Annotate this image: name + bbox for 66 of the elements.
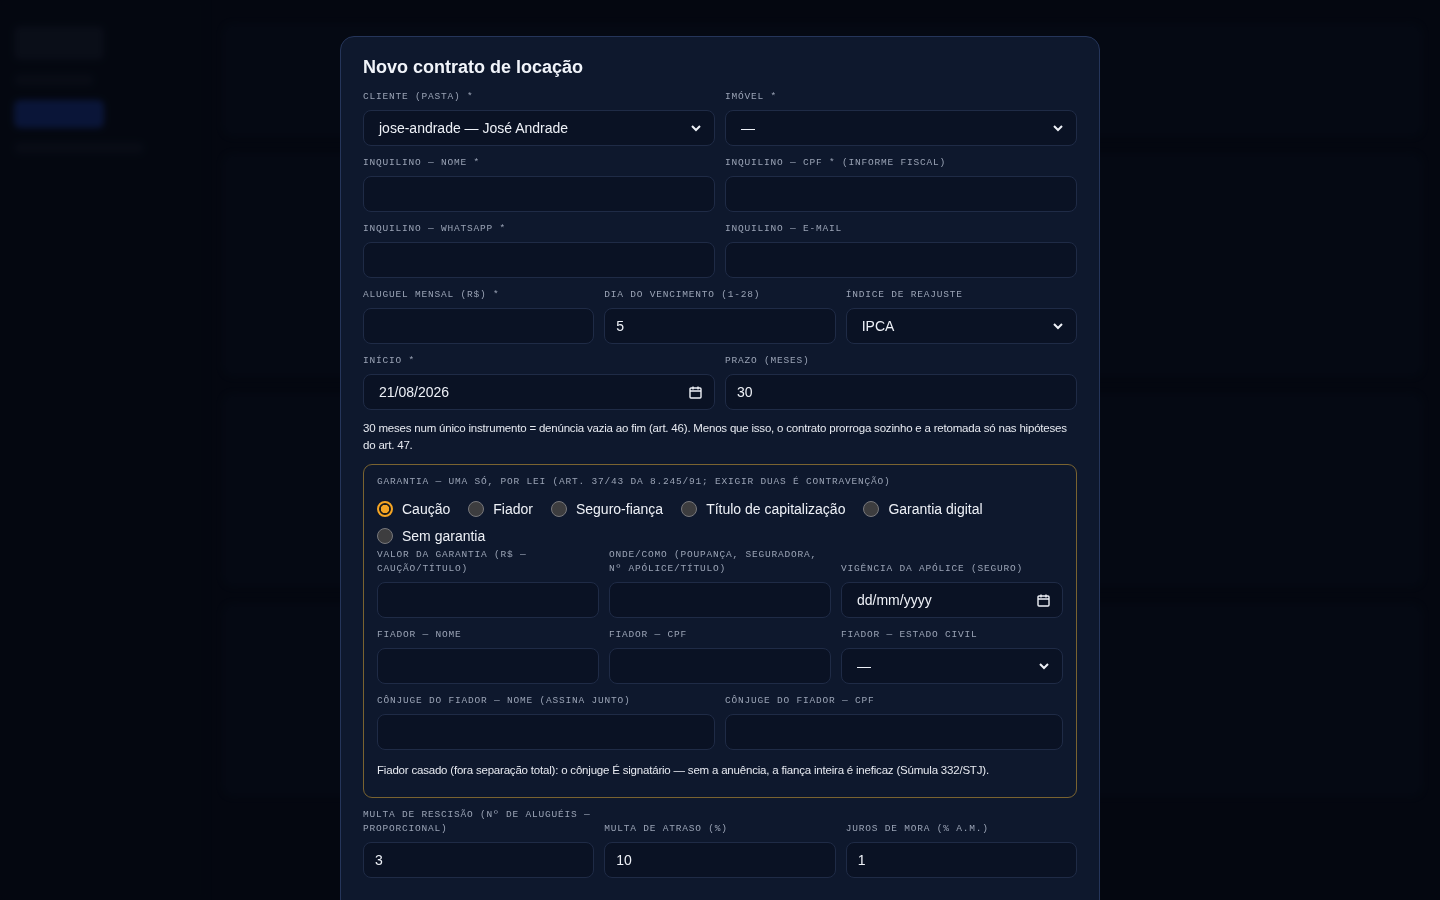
field-label: JUROS DE MORA (% A.M.) [845,822,990,836]
field-label: ÍNDICE DE REAJUSTE [845,288,964,302]
field-label: INQUILINO — NOME * [363,156,482,170]
chevron-down-icon [690,122,702,134]
chevron-down-icon [1038,660,1050,672]
input-field[interactable] [609,582,831,618]
select-field[interactable]: IPCA [845,308,1077,344]
select-field[interactable]: — [725,110,1077,146]
guarantee-option[interactable]: Título de capitalização [681,501,846,517]
field-label: INÍCIO * [363,354,416,368]
date-field[interactable]: dd/mm/yyyy [841,582,1063,618]
guarantee-label: GARANTIA — UMA SÓ, POR LEI (ART. 37/43 DA 8.245/91; EXIGIR DUAS É CONTRAVENÇÃO) [377,475,892,489]
radio-icon[interactable] [681,501,698,517]
field-label: IMÓVEL * [725,90,778,104]
field-label: FIADOR — NOME [377,628,463,642]
field-label: CÔNJUGE DO FIADOR — CPF [725,694,876,708]
input-field[interactable] [363,242,715,278]
select-field[interactable]: jose-andrade — José Andrade [363,110,715,146]
input-field[interactable] [363,176,715,212]
dialog-title: Novo contrato de locação [363,57,585,78]
guarantor-note: Fiador casado (fora separação total): o cônjuge É signatário — sem a anuência, a fiança inteira é ineficaz (Súmula 332/STJ). [377,763,990,778]
guarantee-option[interactable]: Caução [377,501,451,517]
input-field[interactable]: 30 [725,374,1077,410]
input-field[interactable] [377,714,715,750]
guarantee-option[interactable]: Fiador [468,501,533,517]
field-label: CÔNJUGE DO FIADOR — NOME (ASSINA JUNTO) [377,694,632,708]
calendar-icon [1037,593,1050,607]
field-label: VIGÊNCIA DA APÓLICE (SEGURO) [841,562,1025,576]
input-field[interactable] [377,648,599,684]
chevron-down-icon [1052,320,1064,332]
input-field[interactable]: 3 [363,842,595,878]
input-field[interactable] [725,714,1063,750]
input-field[interactable]: 10 [604,842,836,878]
input-field[interactable] [363,308,595,344]
field-label: INQUILINO — WHATSAPP * [363,222,508,236]
radio-icon[interactable] [377,501,393,517]
field-label: ONDE/COMO (POUPANÇA, SEGURADORA, Nº APÓLICE/TÍTULO) [609,548,819,576]
calendar-icon [689,385,702,399]
input-field[interactable] [377,582,599,618]
date-field[interactable]: 21/08/2026 [363,374,715,410]
chevron-down-icon [1052,122,1064,134]
input-field[interactable] [725,242,1077,278]
radio-icon[interactable] [468,501,485,517]
field-label: VALOR DA GARANTIA (R$ — CAUÇÃO/TÍTULO) [377,548,528,576]
radio-icon[interactable] [550,501,567,517]
field-label: FIADOR — CPF [609,628,688,642]
field-label: DIA DO VENCIMENTO (1-28) [604,288,762,302]
input-field[interactable] [609,648,831,684]
field-label: MULTA DE ATRASO (%) [604,822,729,836]
field-label: ALUGUEL MENSAL (R$) * [363,288,501,302]
guarantee-option[interactable]: Seguro-fiança [550,501,664,517]
field-label: CLIENTE (PASTA) * [363,90,475,104]
term-note: 30 meses num único instrumento = denúncia vazia ao fim (art. 46). Menos que isso, o contrato prorroga sozinho e a retomada só nas hipóteses do art. 47. [363,421,1068,453]
field-label: FIADOR — ESTADO CIVIL [841,628,979,642]
select-field[interactable]: — [841,648,1063,684]
input-field[interactable]: 1 [845,842,1077,878]
field-label: PRAZO (MESES) [725,354,811,368]
field-label: INQUILINO — E-MAIL [725,222,844,236]
radio-icon[interactable] [863,501,880,517]
field-label: INQUILINO — CPF * (INFORME FISCAL) [725,156,948,170]
radio-icon[interactable] [377,528,393,544]
guarantee-option[interactable]: Garantia digital [863,501,983,517]
input-field[interactable] [725,176,1077,212]
input-field[interactable]: 5 [604,308,836,344]
field-label: MULTA DE RESCISÃO (Nº DE ALUGUÉIS — PROPORCIONAL) [363,808,592,836]
guarantee-option[interactable]: Sem garantia [377,528,486,544]
